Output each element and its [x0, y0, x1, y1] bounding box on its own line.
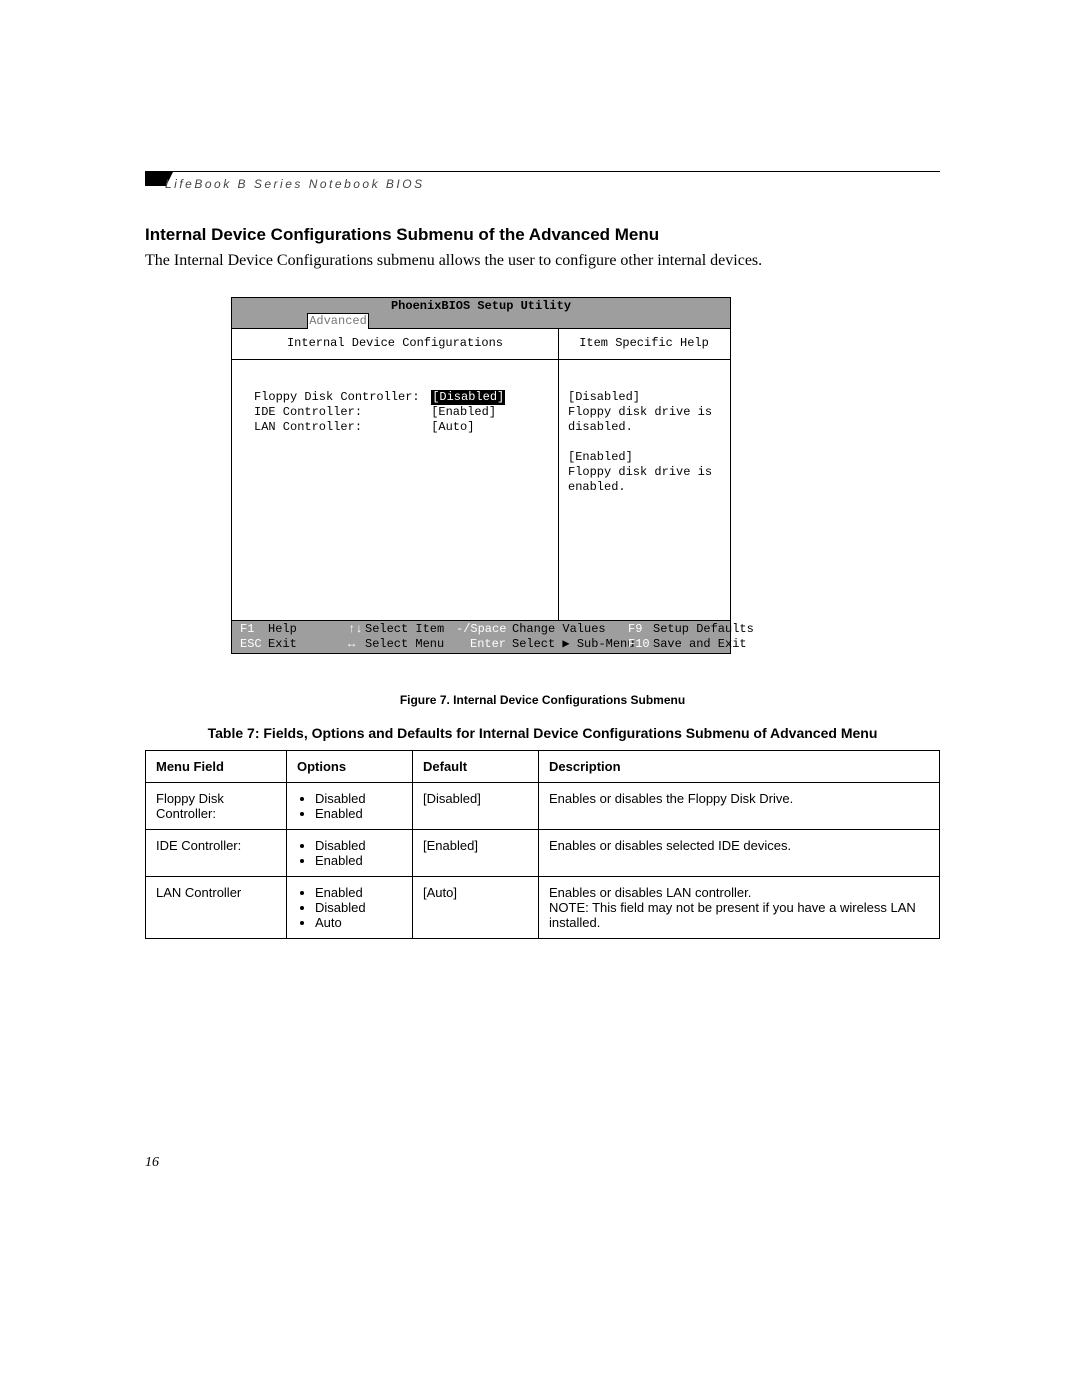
bios-help-line: [Enabled] [568, 450, 726, 465]
section-intro: The Internal Device Configurations subme… [145, 252, 762, 270]
bios-titlebar: PhoenixBIOS Setup Utility Advanced [232, 298, 730, 329]
figure-caption: Figure 7. Internal Device Configurations… [145, 693, 940, 707]
key-esc[interactable]: ESC [240, 637, 262, 652]
th-default: Default [413, 751, 539, 783]
bios-left-heading: Internal Device Configurations [232, 336, 558, 351]
cell-field: IDE Controller: [146, 830, 287, 877]
cell-description: Enables or disables LAN controller. NOTE… [539, 877, 940, 939]
option-item: Enabled [315, 853, 402, 868]
option-item: Disabled [315, 791, 402, 806]
bios-right-heading: Item Specific Help [558, 336, 730, 351]
cell-options: Disabled Enabled [287, 783, 413, 830]
bios-window: PhoenixBIOS Setup Utility Advanced Inter… [231, 297, 731, 654]
cell-field: LAN Controller [146, 877, 287, 939]
th-options: Options [287, 751, 413, 783]
table-row: IDE Controller: Disabled Enabled [Enable… [146, 830, 940, 877]
section-title: Internal Device Configurations Submenu o… [145, 225, 659, 245]
key-enter[interactable]: Enter [470, 637, 506, 652]
option-item: Enabled [315, 885, 402, 900]
cell-description: Enables or disables the Floppy Disk Driv… [539, 783, 940, 830]
key-minus-space[interactable]: -/Space [456, 622, 506, 637]
key-updown[interactable]: ↑↓ [348, 622, 362, 637]
bios-body: Floppy Disk Controller: [Disabled] IDE C… [232, 360, 730, 620]
page-number: 16 [145, 1155, 159, 1171]
table-row: Floppy Disk Controller: Disabled Enabled… [146, 783, 940, 830]
option-item: Enabled [315, 806, 402, 821]
label-select-menu: Select Menu [365, 637, 444, 652]
cell-default: [Enabled] [413, 830, 539, 877]
bios-item[interactable]: IDE Controller: [Enabled] [254, 405, 496, 420]
bios-app-title: PhoenixBIOS Setup Utility [232, 299, 730, 314]
label-select-item: Select Item [365, 622, 444, 637]
key-f10[interactable]: F10 [628, 637, 650, 652]
option-item: Disabled [315, 838, 402, 853]
label-change-values: Change Values [512, 622, 606, 637]
bios-item-value[interactable]: [Enabled] [431, 405, 496, 420]
th-description: Description [539, 751, 940, 783]
cell-field: Floppy Disk Controller: [146, 783, 287, 830]
bios-item-value[interactable]: [Disabled] [431, 390, 505, 405]
bios-item-label: IDE Controller: [254, 405, 424, 420]
option-item: Auto [315, 915, 402, 930]
label-setup-defaults: Setup Defaults [653, 622, 754, 637]
table-header-row: Menu Field Options Default Description [146, 751, 940, 783]
cell-default: [Auto] [413, 877, 539, 939]
bios-help-line: Floppy disk drive is disabled. [568, 405, 726, 435]
bios-vline [558, 360, 559, 620]
key-f9[interactable]: F9 [628, 622, 642, 637]
running-header: LifeBook B Series Notebook BIOS [165, 177, 425, 191]
key-leftright[interactable]: ↔ [348, 637, 355, 652]
bios-tab-advanced[interactable]: Advanced [307, 313, 369, 329]
options-table: Menu Field Options Default Description F… [145, 750, 940, 939]
cell-options: Disabled Enabled [287, 830, 413, 877]
cell-description: Enables or disables selected IDE devices… [539, 830, 940, 877]
bios-item[interactable]: Floppy Disk Controller: [Disabled] [254, 390, 505, 405]
label-help: Help [268, 622, 297, 637]
header-rule [145, 171, 940, 172]
key-f1[interactable]: F1 [240, 622, 254, 637]
label-select-submenu: Select ▶ Sub-Menu [512, 637, 634, 652]
cell-options: Enabled Disabled Auto [287, 877, 413, 939]
bios-item[interactable]: LAN Controller: [Auto] [254, 420, 474, 435]
bios-item-label: Floppy Disk Controller: [254, 390, 424, 405]
table-row: LAN Controller Enabled Disabled Auto [Au… [146, 877, 940, 939]
bios-item-value[interactable]: [Auto] [431, 420, 474, 435]
bios-help-line: [Disabled] [568, 390, 726, 405]
bios-item-label: LAN Controller: [254, 420, 424, 435]
cell-default: [Disabled] [413, 783, 539, 830]
page: LifeBook B Series Notebook BIOS Internal… [0, 0, 1080, 1397]
label-exit: Exit [268, 637, 297, 652]
bios-column-headers: Internal Device Configurations Item Spec… [232, 329, 730, 360]
label-save-exit: Save and Exit [653, 637, 747, 652]
table-title: Table 7: Fields, Options and Defaults fo… [145, 725, 940, 741]
bios-help-line: Floppy disk drive is enabled. [568, 465, 726, 495]
bios-footer: F1 Help ESC Exit ↑↓ Select Item ↔ Select… [232, 620, 730, 653]
th-menu-field: Menu Field [146, 751, 287, 783]
option-item: Disabled [315, 900, 402, 915]
